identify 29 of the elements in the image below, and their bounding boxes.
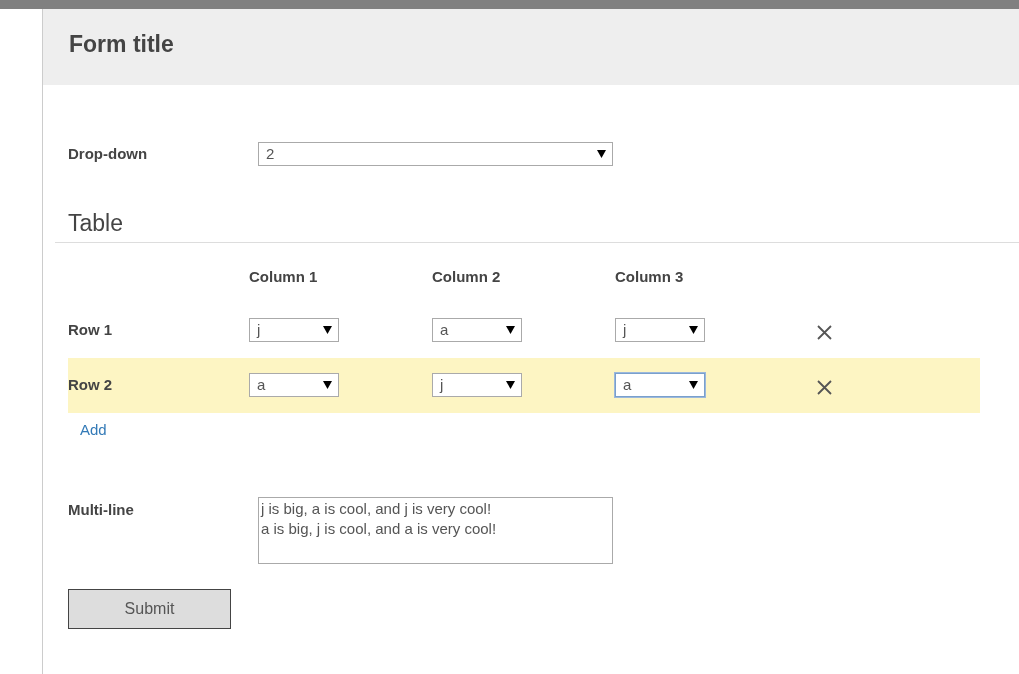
row-label: Row 2 [68, 375, 113, 393]
add-link[interactable]: Add [80, 420, 107, 438]
dropdown[interactable]: j [249, 318, 339, 343]
caret-icon [689, 326, 698, 335]
row-label: Row 1 [68, 320, 113, 338]
caret-icon [597, 150, 606, 158]
close-icon[interactable] [817, 380, 832, 396]
dropdown[interactable]: j [432, 373, 522, 398]
column-header: Column 3 [615, 268, 684, 286]
caret-icon [506, 381, 515, 390]
multiline-label: Multi-line [68, 500, 135, 521]
highlighted-row[interactable]: Row 2 a j a [68, 357, 980, 413]
caret-icon [689, 381, 698, 390]
dropdown[interactable]: a [249, 373, 339, 398]
submit-button[interactable]: Submit [68, 589, 231, 630]
section-heading: Table [68, 210, 124, 238]
dropdown[interactable]: a [615, 373, 705, 398]
caret-icon [323, 381, 332, 390]
column-header: Column 2 [432, 268, 501, 286]
dropdown-label: Drop-down [68, 143, 149, 164]
column-header: Column 1 [249, 268, 318, 286]
close-icon[interactable] [817, 325, 832, 341]
form-title: Form title [69, 31, 175, 59]
dropdown[interactable]: j [615, 318, 705, 343]
caret-icon [323, 326, 332, 335]
dropdown[interactable]: 2 [258, 142, 613, 166]
dropdown[interactable]: a [432, 318, 522, 343]
caret-icon [506, 326, 515, 335]
multiline-field[interactable]: j is big, a is cool, and j is very cool! a is big, j is cool, and a is very cool! [258, 497, 613, 565]
